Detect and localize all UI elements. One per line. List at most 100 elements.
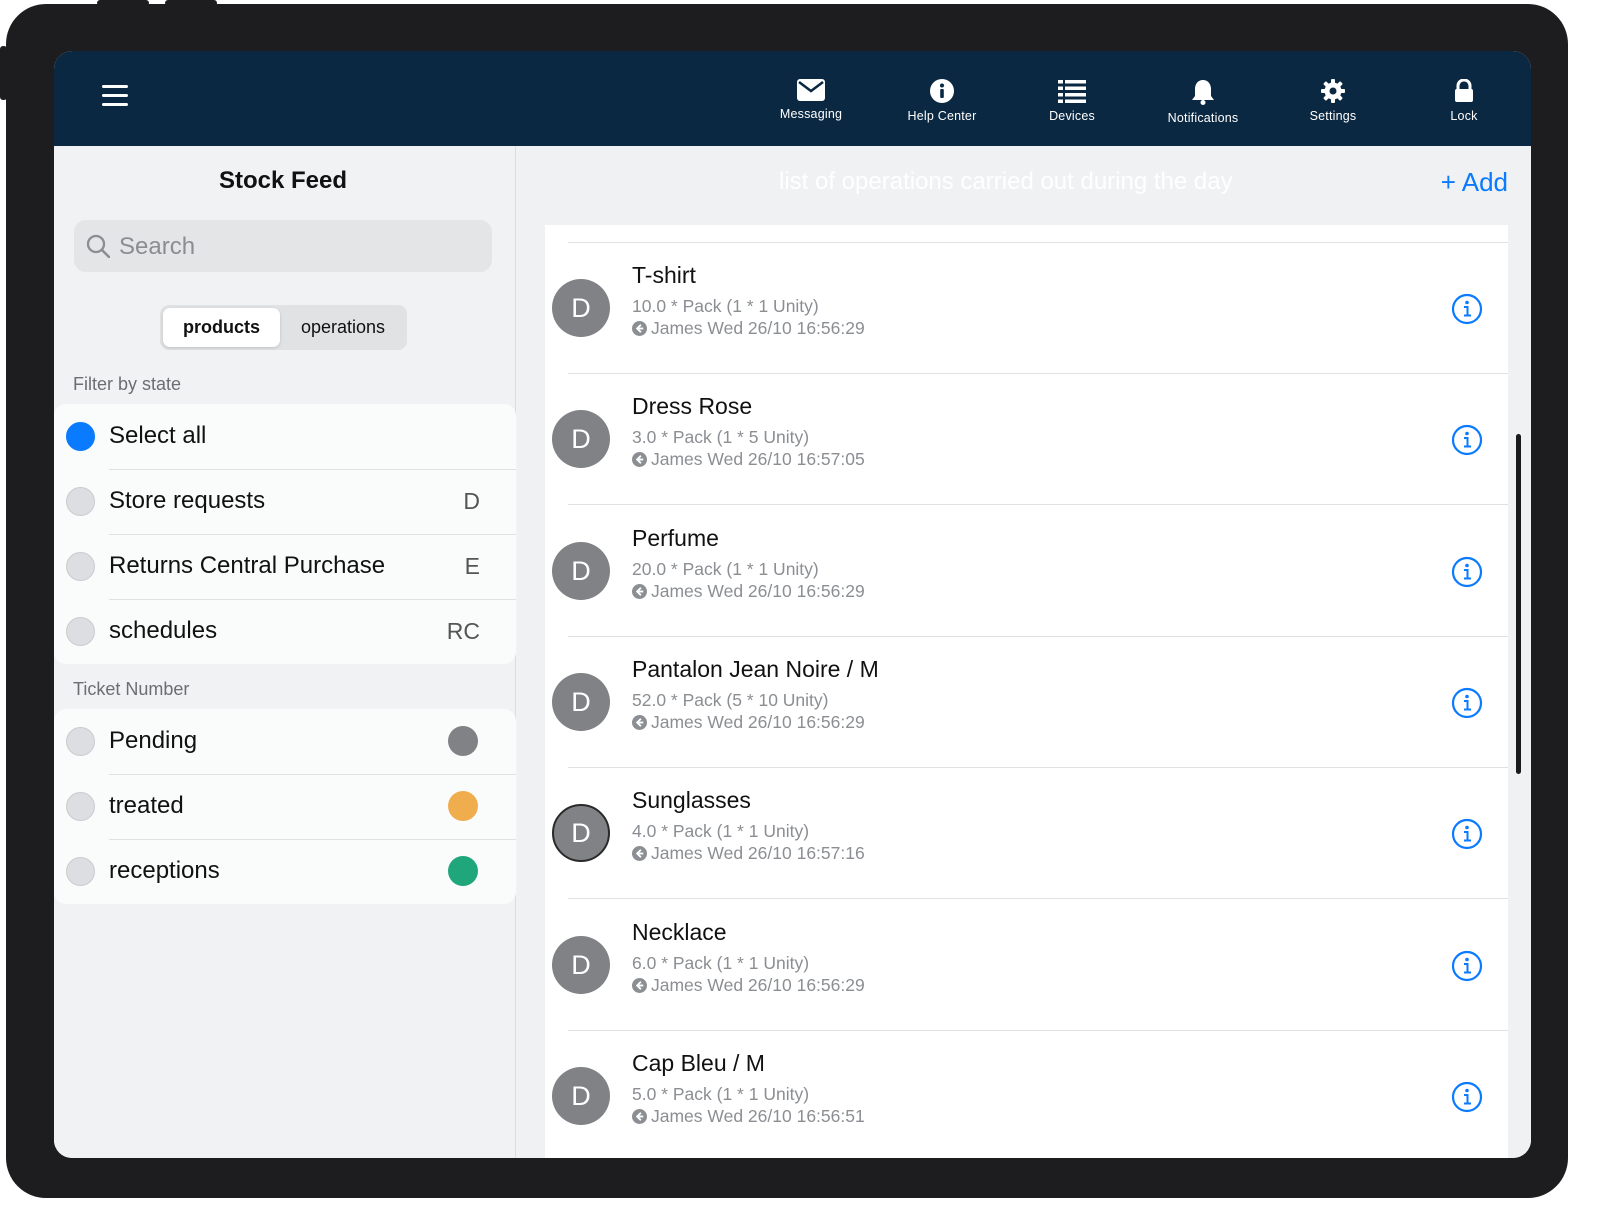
search-input[interactable]: Search	[74, 220, 492, 272]
item-meta-text: James Wed 26/10 16:56:29	[651, 580, 865, 601]
nav-lock[interactable]: Lock	[1404, 79, 1524, 123]
nav-notifications[interactable]: Notifications	[1143, 79, 1263, 125]
nav-help-center[interactable]: Help Center	[882, 79, 1002, 123]
avatar: D	[552, 1066, 610, 1125]
item-meta: James Wed 26/10 16:56:29	[632, 581, 865, 602]
item-title: Perfume	[632, 524, 719, 551]
arrow-left-circle-icon	[632, 977, 647, 993]
item-title: Cap Bleu / M	[632, 1049, 765, 1076]
info-button[interactable]	[1451, 950, 1483, 987]
ticket-label: Pending	[109, 727, 198, 754]
radio-selected[interactable]	[66, 422, 95, 451]
item-quantity: 5.0 * Pack (1 * 1 Unity)	[632, 1083, 810, 1104]
list-item[interactable]: D Sunglasses 4.0 * Pack (1 * 1 Unity) James…	[545, 768, 1508, 900]
list-item[interactable]: D Perfume 20.0 * Pack (1 * 1 Unity) James W…	[545, 506, 1508, 637]
nav-devices[interactable]: Devices	[1012, 79, 1132, 123]
avatar: D	[552, 279, 610, 337]
ticket-label: treated	[109, 792, 184, 819]
arrow-left-circle-icon	[632, 1108, 647, 1124]
list-icon	[1058, 80, 1086, 103]
list-item[interactable]: D Pantalon Jean Noire / M 52.0 * Pack (5 *…	[545, 637, 1508, 768]
list-item[interactable]: D Necklace 6.0 * Pack (1 * 1 Unity) James W…	[545, 900, 1508, 1031]
top-nav-bar: Messaging Help Center Devices Notificati…	[54, 51, 1531, 146]
nav-label: Messaging	[779, 107, 843, 121]
ticket-pending[interactable]: Pending	[54, 709, 516, 774]
item-meta: James Wed 26/10 16:56:51	[632, 1106, 865, 1127]
segment-products[interactable]: products	[163, 308, 280, 347]
arrow-left-circle-icon	[632, 452, 647, 468]
info-icon	[1451, 556, 1483, 587]
nav-label: Lock	[1450, 109, 1478, 123]
status-dot	[448, 791, 478, 821]
info-button[interactable]	[1451, 293, 1483, 330]
ticket-heading: Ticket Number	[73, 679, 190, 699]
info-button[interactable]	[1451, 556, 1483, 593]
item-meta: James Wed 26/10 16:57:16	[632, 843, 865, 864]
item-quantity: 20.0 * Pack (1 * 1 Unity)	[632, 558, 819, 579]
filter-schedules[interactable]: schedules RC	[54, 599, 516, 664]
info-icon	[1451, 425, 1483, 456]
filter-group: Select all Store requests D Returns Cent…	[54, 404, 516, 664]
main-panel: list of operations carried out during th…	[517, 146, 1531, 1158]
segment-operations[interactable]: operations	[282, 308, 404, 347]
radio-unselected[interactable]	[66, 617, 95, 646]
page-title: list of operations carried out during th…	[779, 168, 1233, 195]
info-button[interactable]	[1451, 818, 1483, 855]
nav-messaging[interactable]: Messaging	[751, 79, 871, 121]
item-title: T-shirt	[632, 262, 696, 288]
radio-unselected[interactable]	[66, 792, 95, 821]
arrow-left-circle-icon	[632, 846, 647, 862]
volume-button	[165, 0, 217, 6]
filter-code: D	[463, 488, 480, 514]
radio-unselected[interactable]	[66, 552, 95, 581]
avatar: D	[552, 410, 610, 469]
nav-settings[interactable]: Settings	[1273, 79, 1393, 123]
search-placeholder: Search	[119, 233, 196, 260]
item-meta: James Wed 26/10 16:56:29	[632, 318, 865, 339]
item-meta-text: James Wed 26/10 16:56:29	[651, 318, 865, 338]
info-button[interactable]	[1451, 424, 1483, 461]
sidebar: Stock Feed Search products operations Fi…	[54, 146, 516, 1158]
filter-label: Store requests	[109, 487, 266, 514]
info-icon	[1451, 687, 1483, 718]
filter-store-requests[interactable]: Store requests D	[54, 469, 516, 534]
filter-select-all[interactable]: Select all	[54, 404, 516, 469]
item-title: Pantalon Jean Noire / M	[632, 655, 879, 682]
arrow-left-circle-icon	[632, 714, 647, 730]
list-item[interactable]: D Cap Bleu / M 5.0 * Pack (1 * 1 Unity) Jam…	[545, 1031, 1508, 1158]
scrollbar[interactable]	[1516, 434, 1521, 774]
ticket-treated[interactable]: treated	[54, 774, 516, 839]
radio-unselected[interactable]	[66, 857, 95, 886]
nav-label: Settings	[1309, 109, 1357, 123]
item-quantity: 6.0 * Pack (1 * 1 Unity)	[632, 952, 810, 973]
operations-list: D T-shirt 10.0 * Pack (1 * 1 Unity) James W…	[545, 225, 1508, 1158]
item-quantity: 52.0 * Pack (5 * 10 Unity)	[632, 689, 829, 710]
item-meta-text: James Wed 26/10 16:57:16	[651, 843, 865, 864]
item-meta-text: James Wed 26/10 16:56:51	[651, 1105, 865, 1126]
filter-heading: Filter by state	[73, 374, 182, 394]
ticket-receptions[interactable]: receptions	[54, 839, 516, 904]
filter-returns-central-purchase[interactable]: Returns Central Purchase E	[54, 534, 516, 599]
tablet-frame: Messaging Help Center Devices Notificati…	[6, 4, 1568, 1198]
radio-unselected[interactable]	[66, 487, 95, 516]
side-button	[0, 46, 7, 100]
info-button[interactable]	[1451, 687, 1483, 724]
list-item[interactable]: D Dress Rose 3.0 * Pack (1 * 5 Unity) James…	[545, 374, 1508, 506]
gear-icon	[1321, 79, 1345, 103]
search-icon	[86, 234, 110, 258]
filter-label: schedules	[109, 617, 218, 644]
ticket-label: receptions	[109, 857, 220, 884]
sidebar-title: Stock Feed	[218, 167, 348, 194]
info-button[interactable]	[1451, 1081, 1483, 1118]
filter-code: E	[464, 553, 480, 579]
item-meta: James Wed 26/10 16:57:05	[632, 449, 865, 470]
bell-icon	[1192, 80, 1214, 105]
avatar: D	[552, 804, 610, 863]
menu-icon[interactable]	[102, 85, 128, 109]
info-icon	[1451, 1081, 1483, 1112]
filter-label: Returns Central Purchase	[109, 552, 386, 579]
radio-unselected[interactable]	[66, 727, 95, 756]
list-item[interactable]: D T-shirt 10.0 * Pack (1 * 1 Unity) James W…	[545, 243, 1508, 374]
status-dot	[448, 856, 478, 886]
add-button[interactable]: + Add	[1441, 167, 1508, 198]
